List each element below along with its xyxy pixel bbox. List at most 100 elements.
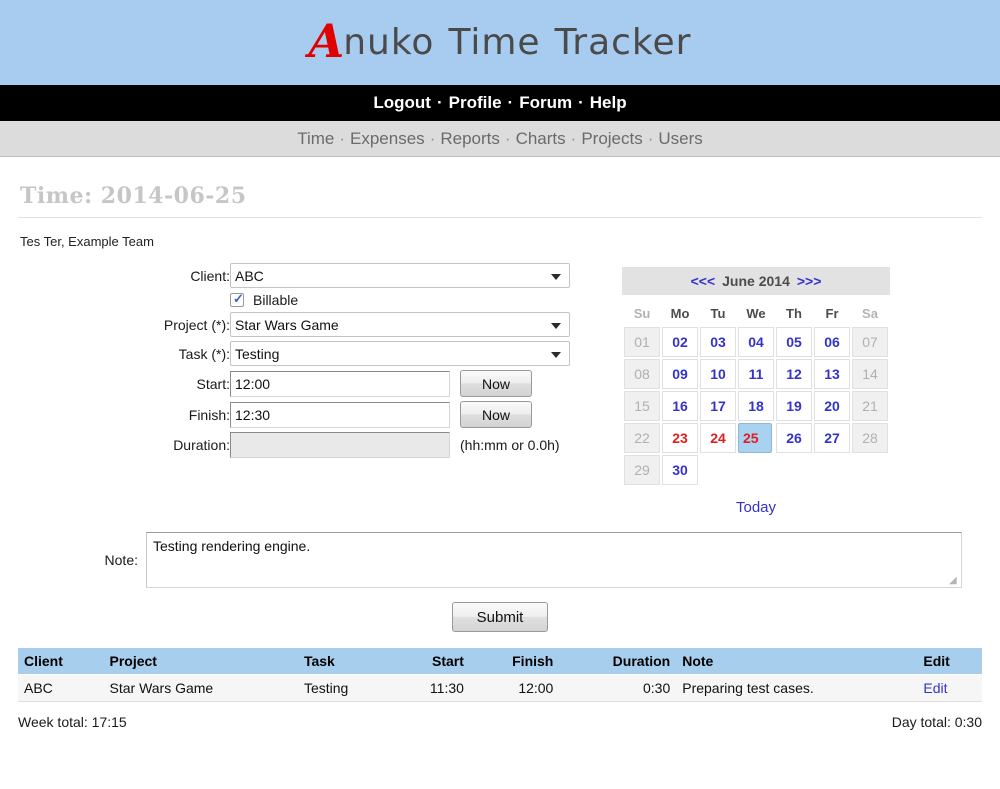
calendar-day-18[interactable]: 18 <box>738 391 774 421</box>
calendar-prev-month-button[interactable]: <<< <box>691 273 716 289</box>
billable-spacer <box>18 290 230 310</box>
calendar-day-29[interactable]: 29 <box>624 455 660 485</box>
start-row: 12:00 Now <box>230 370 570 397</box>
calendar-day-27[interactable]: 27 <box>814 423 850 453</box>
week-total-label: Week total: 17:15 <box>18 714 127 730</box>
table-body: ABCStar Wars GameTesting11:3012:000:30Pr… <box>18 675 982 702</box>
topnav-separator: · <box>578 93 584 113</box>
logo-initial-a: A <box>309 14 346 68</box>
subnav-separator: · <box>648 129 654 149</box>
project-select[interactable]: Star Wars Game <box>230 312 570 337</box>
start-input[interactable]: 12:00 <box>230 371 450 397</box>
calendar-weekday-we: We <box>738 301 774 325</box>
calendar-day-28[interactable]: 28 <box>852 423 888 453</box>
calendar-grid: Su Mo Tu We Th Fr Sa 0102030405060708091… <box>622 299 890 487</box>
subnav-item-projects[interactable]: Projects <box>581 129 642 149</box>
chevron-down-icon <box>551 323 561 329</box>
column-header-edit: Edit <box>917 648 982 675</box>
form-row-billable: ✓ Billable <box>18 290 570 310</box>
chevron-down-icon <box>551 274 561 280</box>
calendar-day-16[interactable]: 16 <box>662 391 698 421</box>
calendar-day-07[interactable]: 07 <box>852 327 888 357</box>
calendar-day-01[interactable]: 01 <box>624 327 660 357</box>
calendar-day-26[interactable]: 26 <box>776 423 812 453</box>
top-navigation-bar: Logout · Profile · Forum · Help <box>0 85 1000 121</box>
calendar-day-09[interactable]: 09 <box>662 359 698 389</box>
calendar-today-row: Today <box>622 499 890 516</box>
calendar-day-15[interactable]: 15 <box>624 391 660 421</box>
edit-link[interactable]: Edit <box>923 680 947 696</box>
subnav-item-expenses[interactable]: Expenses <box>350 129 425 149</box>
calendar-day-23[interactable]: 23 <box>662 423 698 453</box>
calendar-day-12[interactable]: 12 <box>776 359 812 389</box>
calendar-day-empty <box>700 455 736 485</box>
task-select[interactable]: Testing <box>230 341 570 366</box>
subnav-item-charts[interactable]: Charts <box>516 129 566 149</box>
calendar-weekday-su: Su <box>624 301 660 325</box>
topnav-separator: · <box>437 93 443 113</box>
calendar-day-02[interactable]: 02 <box>662 327 698 357</box>
calendar-day-05[interactable]: 05 <box>776 327 812 357</box>
calendar-day-08[interactable]: 08 <box>624 359 660 389</box>
finish-now-button[interactable]: Now <box>460 401 532 428</box>
cell-task: Testing <box>298 675 393 702</box>
start-now-button[interactable]: Now <box>460 370 532 397</box>
subnav-item-reports[interactable]: Reports <box>440 129 500 149</box>
calendar-day-24[interactable]: 24 <box>700 423 736 453</box>
logo-anuko-rest: nuko <box>343 22 434 63</box>
form-row-duration: Duration: (hh:mm or 0.0h) <box>18 430 570 460</box>
column-header-task: Task <box>298 648 393 675</box>
calendar-day-30[interactable]: 30 <box>662 455 698 485</box>
cell-edit[interactable]: Edit <box>917 675 982 702</box>
column-header-client: Client <box>18 648 104 675</box>
calendar-day-14[interactable]: 14 <box>852 359 888 389</box>
calendar-day-06[interactable]: 06 <box>814 327 850 357</box>
finish-input-value: 12:30 <box>235 407 270 423</box>
task-select-value: Testing <box>235 346 279 362</box>
topnav-item-logout[interactable]: Logout <box>373 93 431 113</box>
calendar-day-13[interactable]: 13 <box>814 359 850 389</box>
duration-input[interactable] <box>230 432 450 458</box>
topnav-item-forum[interactable]: Forum <box>519 93 572 113</box>
calendar-day-11[interactable]: 11 <box>738 359 774 389</box>
calendar-day-03[interactable]: 03 <box>700 327 736 357</box>
note-textarea[interactable]: Testing rendering engine. ◢ <box>146 532 962 588</box>
calendar-day-empty <box>814 455 850 485</box>
topnav-item-help[interactable]: Help <box>590 93 627 113</box>
topnav-separator: · <box>508 93 514 113</box>
note-area: Note: Testing rendering engine. ◢ <box>18 532 982 588</box>
client-select[interactable]: ABC <box>230 263 570 288</box>
checkmark-icon: ✓ <box>233 292 244 306</box>
calendar-day-25[interactable]: 25 <box>738 423 772 453</box>
cell-note: Preparing test cases. <box>676 675 917 702</box>
main-columns: Client: ABC ✓ Billable <box>18 261 982 516</box>
logo-word-time: Time <box>448 22 540 63</box>
cell-project: Star Wars Game <box>104 675 298 702</box>
billable-label: Billable <box>253 292 298 308</box>
billable-checkbox[interactable]: ✓ <box>230 293 244 307</box>
calendar-weekday-th: Th <box>776 301 812 325</box>
cell-duration: 0:30 <box>559 675 676 702</box>
calendar-day-22[interactable]: 22 <box>624 423 660 453</box>
user-team-label: Tes Ter, Example Team <box>18 232 982 261</box>
calendar-week-row: 2930 <box>624 455 888 485</box>
resize-grip-icon[interactable]: ◢ <box>949 576 959 586</box>
finish-input[interactable]: 12:30 <box>230 402 450 428</box>
subnav-item-users[interactable]: Users <box>658 129 702 149</box>
form-row-start: Start: 12:00 Now <box>18 368 570 399</box>
finish-row: 12:30 Now <box>230 401 570 428</box>
calendar-day-21[interactable]: 21 <box>852 391 888 421</box>
calendar-next-month-button[interactable]: >>> <box>797 273 822 289</box>
topnav-item-profile[interactable]: Profile <box>449 93 502 113</box>
calendar-day-04[interactable]: 04 <box>738 327 774 357</box>
cell-client: ABC <box>18 675 104 702</box>
today-link[interactable]: Today <box>736 499 776 516</box>
calendar-week-row: 15161718192021 <box>624 391 888 421</box>
calendar-day-20[interactable]: 20 <box>814 391 850 421</box>
finish-label: Finish: <box>18 399 230 430</box>
calendar-day-17[interactable]: 17 <box>700 391 736 421</box>
calendar-day-19[interactable]: 19 <box>776 391 812 421</box>
subnav-item-time[interactable]: Time <box>297 129 334 149</box>
calendar-day-10[interactable]: 10 <box>700 359 736 389</box>
submit-button[interactable]: Submit <box>452 602 548 632</box>
